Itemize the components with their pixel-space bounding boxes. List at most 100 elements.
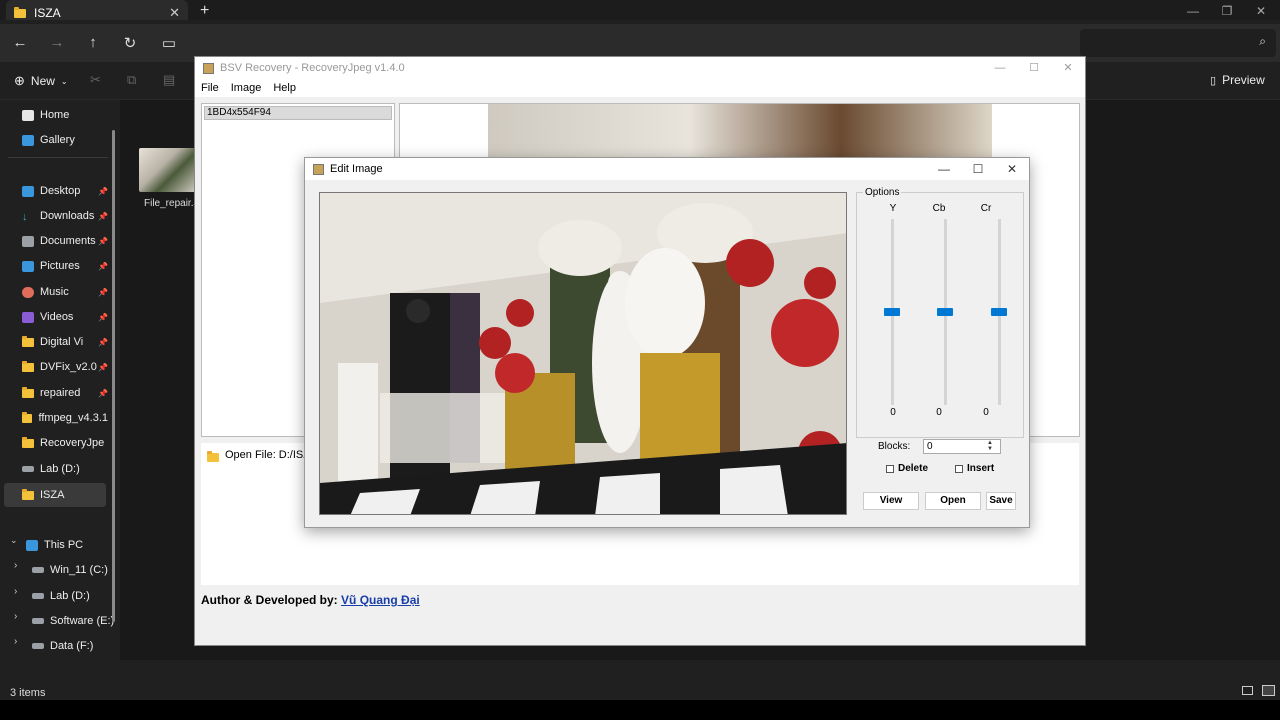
sidebar-scrollbar[interactable] [112, 130, 115, 622]
back-icon[interactable]: ← [10, 34, 30, 51]
sidebar-item-win11-c[interactable]: Win_11 (C:) [32, 560, 118, 580]
chevron-right-icon[interactable]: › [14, 560, 17, 571]
sidebar-item-downloads[interactable]: ↓ Downloads 📌 [22, 206, 108, 226]
slider-cb-track[interactable] [937, 219, 953, 405]
sidebar-item-gallery[interactable]: Gallery [22, 130, 108, 150]
slider-cr-track[interactable] [991, 219, 1007, 405]
sidebar-item-recoveryjpeg[interactable]: RecoveryJpe [22, 433, 108, 453]
slider-cb-thumb[interactable] [937, 308, 953, 316]
paste-icon[interactable]: ▤ [163, 72, 175, 88]
desktop-icon [22, 185, 34, 197]
close-tab-icon[interactable]: ✕ [169, 5, 180, 21]
close-icon[interactable]: ✕ [1051, 59, 1085, 77]
checkbox-box[interactable] [886, 464, 894, 473]
search-input[interactable]: ⌕ [1080, 29, 1276, 57]
sidebar-item-home[interactable]: Home [22, 105, 108, 125]
folder-icon [22, 436, 34, 448]
author-link[interactable]: Vũ Quang Đại [341, 593, 420, 607]
delete-checkbox[interactable]: Delete [886, 463, 928, 474]
sidebar-item-lab-d[interactable]: Lab (D:) [22, 459, 108, 479]
chevron-right-icon[interactable]: › [14, 586, 17, 597]
details-view-icon[interactable] [1242, 686, 1253, 695]
close-window-icon[interactable]: ✕ [1244, 0, 1278, 22]
divider [8, 157, 108, 158]
spin-arrows-icon[interactable]: ▲ ▼ [987, 440, 993, 452]
refresh-icon[interactable]: ↻ [120, 34, 140, 52]
tab-title: ISZA [34, 6, 61, 20]
edit-title-bar: Edit Image — ☐ ✕ [305, 158, 1029, 180]
save-button[interactable]: Save [986, 492, 1016, 510]
sidebar-item-repaired[interactable]: repaired 📌 [22, 383, 108, 403]
list-item[interactable]: 1BD4x554F94 [204, 106, 392, 120]
sidebar-item-desktop[interactable]: Desktop 📌 [22, 181, 108, 201]
drive-icon [22, 466, 34, 472]
pin-icon: 📌 [98, 261, 108, 271]
chevron-right-icon[interactable]: › [14, 636, 17, 647]
sidebar-item-videos[interactable]: Videos 📌 [22, 307, 108, 327]
chevron-down-icon[interactable]: ⌄ [10, 535, 18, 546]
folder-icon [207, 451, 219, 462]
preview-button[interactable]: ▯ Preview [1210, 73, 1265, 87]
menu-file[interactable]: File [201, 82, 219, 94]
maximize-icon[interactable]: ☐ [961, 160, 995, 178]
sidebar-item-digital-vi[interactable]: Digital Vi 📌 [22, 332, 108, 352]
chevron-right-icon[interactable]: › [14, 611, 17, 622]
folder-icon [22, 335, 34, 347]
copy-icon[interactable]: ⧉ [127, 72, 136, 88]
sidebar-item-dvfix[interactable]: DVFix_v2.0 📌 [22, 357, 108, 377]
sidebar-item-documents[interactable]: Documents 📌 [22, 231, 108, 251]
home-icon [22, 109, 34, 121]
channel-label-cr: Cr [980, 203, 992, 214]
sidebar-item-software-e[interactable]: Software (E:) [32, 611, 118, 631]
minimize-icon[interactable]: — [1176, 0, 1210, 22]
close-icon[interactable]: ✕ [995, 160, 1029, 178]
preview-pane-icon: ▯ [1210, 74, 1217, 87]
preview-image [488, 104, 992, 158]
sidebar-item-isza[interactable]: ISZA [4, 483, 106, 507]
maximize-icon[interactable]: ☐ [1017, 59, 1051, 77]
sidebar-item-lab-d-drive[interactable]: Lab (D:) [32, 586, 118, 606]
menu-help[interactable]: Help [273, 82, 296, 94]
sidebar-item-music[interactable]: Music 📌 [22, 282, 108, 302]
pin-icon: 📌 [98, 312, 108, 322]
file-thumbnail[interactable] [139, 148, 197, 192]
insert-checkbox[interactable]: Insert [955, 463, 994, 474]
checkbox-box[interactable] [955, 464, 963, 473]
forward-icon[interactable]: → [47, 34, 67, 51]
tiles-view-icon[interactable] [1262, 685, 1275, 696]
up-icon[interactable]: ↑ [83, 34, 103, 51]
sidebar-item-this-pc[interactable]: This PC [26, 535, 112, 555]
new-button[interactable]: ⊕ New ⌄ [14, 73, 68, 89]
sidebar-item-ffmpeg[interactable]: ffmpeg_v4.3.1 [22, 408, 108, 428]
cut-icon[interactable]: ✂ [90, 72, 101, 88]
minimize-icon[interactable]: — [927, 160, 961, 178]
channel-label-cb: Cb [932, 203, 946, 214]
menu-image[interactable]: Image [231, 82, 262, 94]
edited-photo [319, 192, 847, 515]
bsv-title-bar: BSV Recovery - RecoveryJpeg v1.4.0 — ☐ ✕ [195, 57, 1085, 79]
minimize-icon[interactable]: — [983, 59, 1017, 77]
music-icon [22, 286, 34, 298]
slider-y-value: 0 [890, 407, 896, 418]
item-count: 3 items [10, 687, 46, 699]
slider-cr-thumb[interactable] [991, 308, 1007, 316]
document-icon [22, 235, 34, 247]
pin-icon: 📌 [98, 388, 108, 398]
pin-icon: 📌 [98, 287, 108, 297]
sidebar-item-pictures[interactable]: Pictures 📌 [22, 256, 108, 276]
author-credit: Author & Developed by: Vũ Quang Đại [201, 593, 420, 607]
plus-circle-icon: ⊕ [14, 73, 25, 88]
open-button[interactable]: Open [925, 492, 981, 510]
edit-image-dialog: Edit Image — ☐ ✕ Options Y Cb Cr 0 0 0 B… [304, 157, 1030, 528]
new-tab-icon[interactable]: + [200, 2, 209, 20]
channel-label-y: Y [889, 203, 897, 214]
slider-y-thumb[interactable] [884, 308, 900, 316]
view-button[interactable]: View [863, 492, 919, 510]
restore-icon[interactable]: ❐ [1210, 0, 1244, 22]
slider-cr-value: 0 [983, 407, 989, 418]
slider-y-track[interactable] [884, 219, 900, 405]
pin-icon: 📌 [98, 186, 108, 196]
monitor-icon[interactable]: ▭ [159, 34, 179, 52]
pin-icon: 📌 [98, 362, 108, 372]
sidebar-item-data-f[interactable]: Data (F:) [32, 636, 118, 656]
